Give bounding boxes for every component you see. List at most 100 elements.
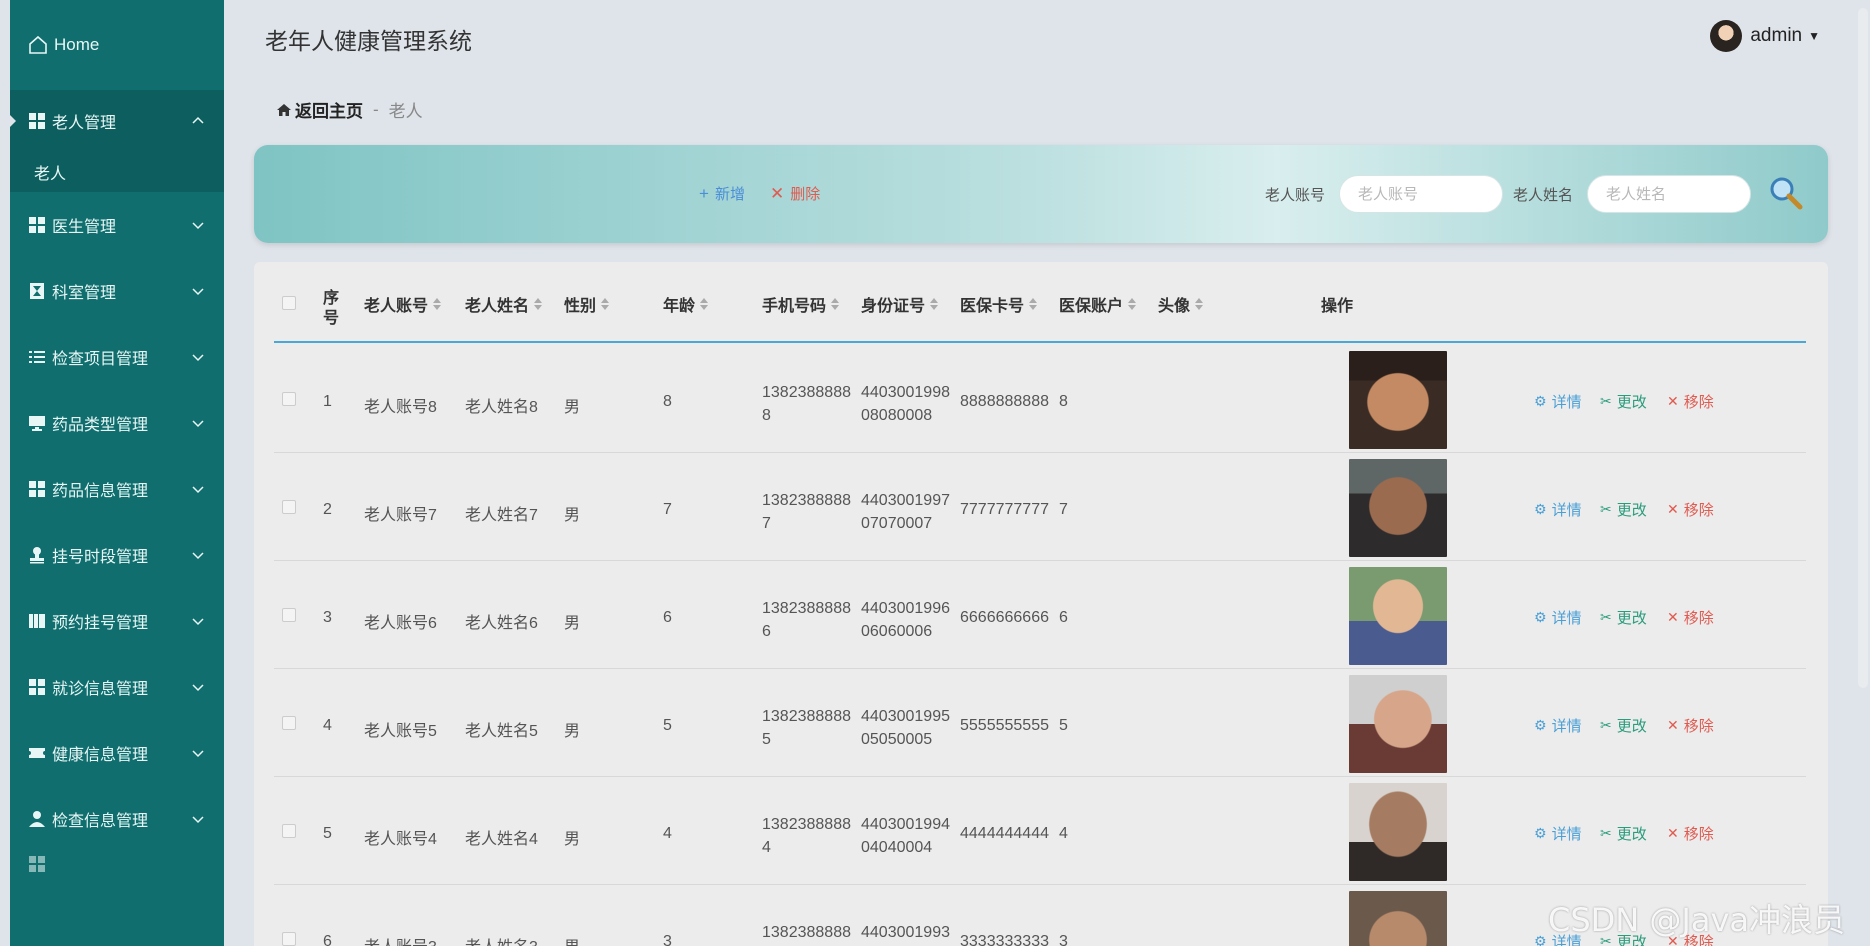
sidebar-item-label: 挂号时段管理 bbox=[52, 549, 149, 566]
account-search-input[interactable] bbox=[1339, 175, 1503, 213]
avatar-photo bbox=[1349, 567, 1447, 665]
detail-button[interactable]: ⚙ 详情 bbox=[1534, 823, 1582, 844]
sidebar-item[interactable]: 健康信息管理 bbox=[10, 720, 224, 786]
row-checkbox[interactable] bbox=[282, 608, 296, 622]
chevron-down-icon bbox=[192, 288, 204, 296]
cell-age: 4 bbox=[663, 825, 672, 842]
stamp-icon bbox=[28, 546, 46, 564]
edit-button[interactable]: ✂ 更改 bbox=[1600, 391, 1647, 412]
gear-icon: ⚙ bbox=[1534, 825, 1547, 841]
sidebar-item-label: 药品信息管理 bbox=[52, 483, 149, 500]
sidebar-item[interactable]: 药品类型管理 bbox=[10, 390, 224, 456]
detail-button[interactable]: ⚙ 详情 bbox=[1534, 499, 1582, 520]
page-scrollbar[interactable] bbox=[1858, 8, 1868, 688]
edit-button[interactable]: ✂ 更改 bbox=[1600, 499, 1647, 520]
sidebar-group-elder: 老人管理 老人 bbox=[1, 90, 224, 192]
cell-name: 老人姓名7 bbox=[465, 507, 538, 524]
header-medcard[interactable]: 医保卡号 bbox=[960, 292, 1038, 316]
edit-button[interactable]: ✂ 更改 bbox=[1600, 823, 1647, 844]
cell-account: 老人账号8 bbox=[364, 399, 437, 416]
sidebar-subitem-elder[interactable]: 老人 bbox=[1, 152, 224, 192]
chevron-down-icon bbox=[192, 420, 204, 428]
remove-button[interactable]: ✕ 移除 bbox=[1667, 823, 1714, 844]
cell-seq: 6 bbox=[323, 933, 332, 946]
sidebar-item-label: 就诊信息管理 bbox=[52, 681, 149, 698]
table-row: 1 老人账号8 老人姓名8 男 8 13823888888 4403001998080800… bbox=[274, 345, 1806, 453]
cell-phone: 13823888885 bbox=[762, 708, 851, 748]
header-avatar[interactable]: 头像 bbox=[1158, 292, 1204, 316]
cell-phone: 13823888887 bbox=[762, 492, 851, 532]
sidebar-item[interactable]: 药品信息管理 bbox=[10, 456, 224, 522]
cell-gender: 男 bbox=[564, 507, 581, 524]
breadcrumb: 返回主页 - 老人 bbox=[276, 97, 423, 122]
chevron-down-icon bbox=[192, 222, 204, 230]
header-age[interactable]: 年龄 bbox=[663, 292, 709, 316]
remove-button[interactable]: ✕ 移除 bbox=[1667, 391, 1714, 412]
sort-icon bbox=[601, 298, 610, 310]
search-icon[interactable] bbox=[1766, 173, 1806, 213]
edit-button-label: 更改 bbox=[1616, 826, 1647, 843]
cell-account: 老人账号4 bbox=[364, 831, 437, 848]
cell-medacct: 8 bbox=[1059, 393, 1068, 410]
sidebar-item[interactable]: 就诊信息管理 bbox=[10, 654, 224, 720]
list-icon bbox=[28, 348, 46, 366]
close-icon: ✕ bbox=[1667, 717, 1679, 733]
header-name[interactable]: 老人姓名 bbox=[465, 292, 543, 316]
sidebar-item-partial[interactable] bbox=[10, 852, 224, 876]
grid-icon bbox=[28, 678, 46, 696]
sidebar-item-elder-management[interactable]: 老人管理 bbox=[9, 90, 224, 152]
row-checkbox[interactable] bbox=[282, 500, 296, 514]
cell-gender: 男 bbox=[564, 723, 581, 740]
sidebar-item[interactable]: 挂号时段管理 bbox=[10, 522, 224, 588]
grid-icon bbox=[28, 216, 46, 234]
header-account-label: 老人账号 bbox=[364, 298, 429, 315]
header-medcard-label: 医保卡号 bbox=[960, 298, 1025, 315]
sidebar-item[interactable]: 科室管理 bbox=[10, 258, 224, 324]
cell-phone: 13823888884 bbox=[762, 816, 851, 856]
header-phone[interactable]: 手机号码 bbox=[762, 292, 840, 316]
header-account[interactable]: 老人账号 bbox=[364, 292, 442, 316]
sort-icon bbox=[831, 298, 840, 310]
cell-age: 7 bbox=[663, 501, 672, 518]
gear-icon: ⚙ bbox=[1534, 609, 1547, 625]
active-marker bbox=[1, 165, 8, 179]
cell-seq: 2 bbox=[323, 501, 332, 518]
close-icon: ✕ bbox=[1667, 501, 1679, 517]
delete-button[interactable]: ✕ 删除 bbox=[770, 183, 820, 204]
cell-gender: 男 bbox=[564, 933, 580, 946]
row-checkbox[interactable] bbox=[282, 716, 296, 730]
book-icon bbox=[28, 612, 46, 630]
detail-button[interactable]: ⚙ 详情 bbox=[1534, 715, 1582, 736]
user-icon bbox=[28, 810, 46, 828]
remove-button[interactable]: ✕ 移除 bbox=[1667, 499, 1714, 520]
remove-button[interactable]: ✕ 移除 bbox=[1667, 715, 1714, 736]
sidebar-item[interactable]: 医生管理 bbox=[10, 192, 224, 258]
breadcrumb-current: 老人 bbox=[388, 102, 423, 121]
sort-icon bbox=[534, 298, 543, 310]
header-medacct[interactable]: 医保账户 bbox=[1059, 292, 1137, 316]
breadcrumb-home[interactable]: 返回主页 bbox=[276, 97, 363, 122]
close-icon: ✕ bbox=[1667, 393, 1679, 409]
sidebar-item[interactable]: 检查信息管理 bbox=[10, 786, 224, 852]
cell-gender: 男 bbox=[564, 831, 581, 848]
edit-button[interactable]: ✂ 更改 bbox=[1600, 715, 1647, 736]
name-search-input[interactable] bbox=[1587, 175, 1751, 213]
header-gender[interactable]: 性别 bbox=[564, 292, 610, 316]
add-button[interactable]: + 新增 bbox=[699, 183, 745, 204]
header-name-label: 老人姓名 bbox=[465, 298, 530, 315]
row-checkbox[interactable] bbox=[282, 392, 296, 406]
wrench-icon: ✂ bbox=[1600, 501, 1612, 517]
remove-button[interactable]: ✕ 移除 bbox=[1667, 607, 1714, 628]
sidebar-home[interactable]: Home bbox=[10, 0, 224, 90]
sidebar-item[interactable]: 检查项目管理 bbox=[10, 324, 224, 390]
sidebar-item[interactable]: 预约挂号管理 bbox=[10, 588, 224, 654]
cell-phone: 13823888888 bbox=[762, 384, 851, 424]
row-checkbox[interactable] bbox=[282, 824, 296, 838]
header-idcard[interactable]: 身份证号 bbox=[861, 292, 939, 316]
detail-button[interactable]: ⚙ 详情 bbox=[1534, 391, 1582, 412]
detail-button[interactable]: ⚙ 详情 bbox=[1534, 607, 1582, 628]
edit-button[interactable]: ✂ 更改 bbox=[1600, 607, 1647, 628]
row-checkbox[interactable] bbox=[282, 932, 296, 946]
select-all-checkbox[interactable] bbox=[282, 296, 296, 310]
user-menu[interactable]: admin ▼ bbox=[1710, 20, 1820, 52]
